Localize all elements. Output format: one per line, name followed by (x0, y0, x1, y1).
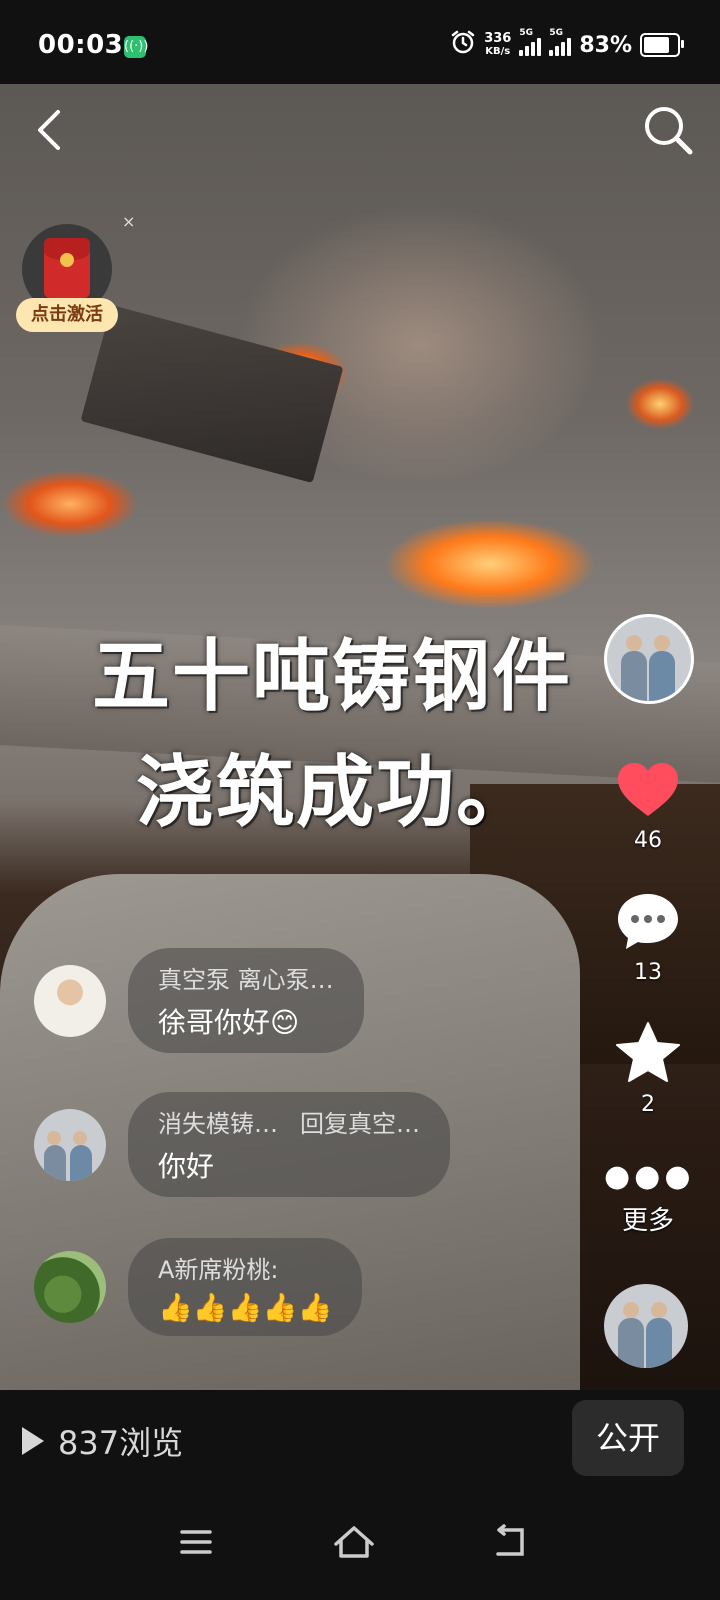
search-button[interactable] (640, 102, 696, 158)
caption-line2: 浇筑成功。 (136, 748, 537, 838)
like-count: 46 (634, 828, 662, 853)
favorite-count: 2 (641, 1092, 655, 1117)
red-packet-widget[interactable]: 点击激活 × (16, 212, 135, 336)
video-player[interactable]: 点击激活 × 五十吨铸钢件 浇筑成功。 46 13 2 ●●● 更多 真空泵 离… (0, 84, 720, 1390)
signal-icon: 5G (519, 28, 542, 56)
signal1-tag: 5G (519, 28, 533, 38)
menu-icon (180, 1530, 212, 1554)
comment-text: 你好 (158, 1150, 215, 1183)
favorite-button[interactable]: 2 (604, 1020, 692, 1117)
bottom-bar: 837浏览 公开 (0, 1390, 720, 1490)
hotspot-icon: ((·)) (124, 36, 148, 58)
comment-text: 徐哥你好😊 (158, 1006, 300, 1039)
comment-item[interactable]: A新席粉桃: 👍👍👍👍👍 (34, 1238, 363, 1336)
comment-meta: 真空泵 离心泵… (158, 966, 334, 994)
like-button[interactable]: 46 (604, 760, 692, 853)
back-button[interactable] (28, 106, 76, 154)
battery-fill (644, 37, 669, 53)
comment-text: 👍👍👍👍👍 (158, 1291, 333, 1324)
comment-icon (618, 894, 678, 949)
alarm-icon (450, 29, 476, 61)
home-icon (334, 1526, 374, 1558)
commenter-avatar[interactable] (34, 1251, 106, 1323)
comment-count: 13 (634, 960, 662, 985)
signal2-tag: 5G (549, 28, 563, 38)
comment-bubble[interactable]: 消失模铸… 回复真空… 你好 (128, 1092, 450, 1197)
menu-nav-button[interactable] (176, 1522, 224, 1562)
comment-item[interactable]: 消失模铸… 回复真空… 你好 (34, 1092, 450, 1197)
public-button[interactable]: 公开 (572, 1400, 684, 1476)
star-icon (616, 1022, 680, 1082)
status-time: 00:03 (38, 30, 124, 60)
comment-reply-to: 回复真空… (300, 1110, 420, 1138)
net-speed-unit: KB/s (485, 46, 511, 57)
author-avatar[interactable] (604, 614, 694, 704)
heart-icon (618, 763, 678, 816)
comment-author: 消失模铸… (158, 1110, 278, 1138)
comment-meta: 消失模铸… 回复真空… (158, 1104, 420, 1139)
view-count: 837浏览 (22, 1418, 183, 1464)
red-packet-close-icon[interactable]: × (122, 212, 135, 231)
comment-bubble[interactable]: 真空泵 离心泵… 徐哥你好😊 (128, 948, 364, 1053)
battery-icon (640, 33, 684, 57)
more-label: 更多 (621, 1206, 674, 1236)
net-speed: 336 KB/s (484, 32, 511, 58)
music-avatar[interactable] (604, 1284, 688, 1368)
play-icon (22, 1427, 44, 1455)
search-icon (645, 107, 693, 155)
comment-button[interactable]: 13 (604, 890, 692, 985)
commenter-avatar[interactable] (34, 1108, 106, 1181)
system-nav-bar (0, 1490, 720, 1600)
status-indicators: 336 KB/s 5G 5G 83% (450, 28, 684, 61)
caption-line1: 五十吨铸钢件 (92, 632, 573, 722)
return-icon (496, 1524, 524, 1556)
net-speed-value: 336 (484, 31, 512, 46)
home-nav-button[interactable] (332, 1522, 380, 1562)
view-count-text: 837浏览 (58, 1424, 184, 1462)
back-nav-button[interactable] (490, 1522, 538, 1562)
red-packet-label[interactable]: 点击激活 (16, 298, 118, 332)
comment-item[interactable]: 真空泵 离心泵… 徐哥你好😊 (34, 948, 364, 1053)
more-dots-icon: ●●● (604, 1159, 695, 1194)
comment-bubble[interactable]: A新席粉桃: 👍👍👍👍👍 (128, 1238, 363, 1336)
commenter-avatar[interactable] (34, 964, 106, 1037)
more-button[interactable]: ●●● 更多 (604, 1159, 695, 1237)
back-arrow-icon (38, 110, 60, 150)
comment-meta: A新席粉桃: (158, 1256, 279, 1284)
battery-percent: 83% (579, 32, 632, 58)
signal-icon: 5G (549, 28, 572, 56)
status-bar: 00:03 ((·)) 336 KB/s 5G 5G 83% (0, 0, 720, 84)
